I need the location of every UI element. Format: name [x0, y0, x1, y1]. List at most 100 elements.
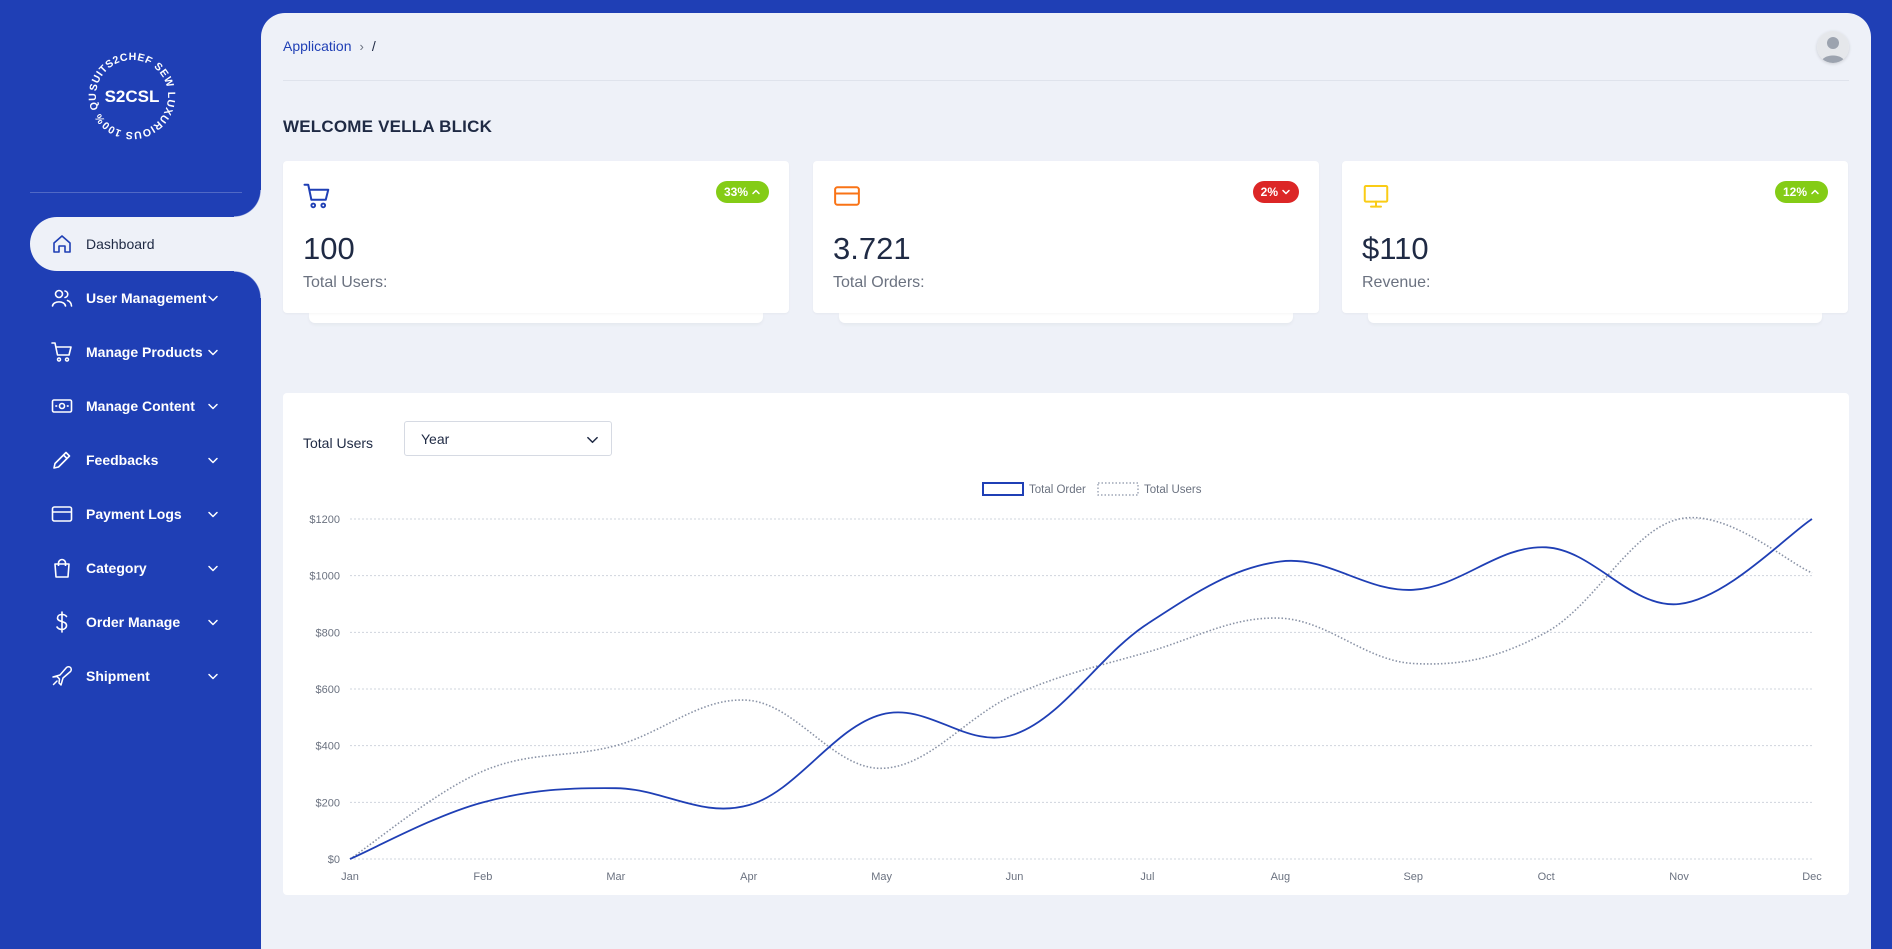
x-tick-label: Oct — [1538, 871, 1555, 883]
credit-card-icon — [834, 186, 860, 206]
sidebar-item-order-manage[interactable]: Order Manage — [30, 595, 261, 649]
y-tick-label: $1200 — [309, 514, 340, 526]
y-tick-label: $800 — [316, 627, 340, 639]
chevron-up-icon — [752, 189, 760, 195]
x-tick-label: May — [871, 871, 892, 883]
banknote-icon — [51, 399, 73, 413]
stat-label: Revenue: — [1362, 274, 1431, 291]
cart-icon — [303, 183, 330, 209]
stat-card-shadow — [839, 313, 1293, 323]
x-tick-label: Jan — [341, 871, 359, 883]
sidebar-item-label: Shipment — [86, 668, 150, 684]
stat-icon — [832, 181, 862, 211]
chevron-down-icon — [208, 349, 218, 356]
monitor-icon — [1363, 185, 1389, 208]
x-tick-label: Aug — [1271, 871, 1291, 883]
y-tick-label: $400 — [316, 741, 340, 753]
sidebar-item-label: Manage Content — [86, 398, 195, 414]
y-tick-label: $600 — [316, 684, 340, 696]
x-tick-label: Jun — [1006, 871, 1024, 883]
sidebar-item-label: Manage Products — [86, 344, 203, 360]
dollar-icon — [56, 611, 68, 633]
sidebar-divider — [30, 192, 242, 193]
chevron-down-icon — [208, 511, 218, 518]
brand-logo[interactable]: SUITS2CHEF SEW LUXURIOUS 100% QUALITY S2… — [80, 39, 180, 144]
pencil-icon-wrap — [50, 448, 74, 472]
stat-icon — [1361, 181, 1391, 211]
sidebar-item-shipment[interactable]: Shipment — [30, 649, 261, 703]
trend-badge-value: 12% — [1782, 185, 1807, 199]
plane-icon — [52, 666, 72, 686]
y-tick-label: $0 — [328, 854, 340, 866]
home-icon-wrap — [50, 232, 74, 256]
breadcrumb-current: / — [371, 38, 376, 54]
cart-icon — [51, 342, 72, 362]
stat-value: 100 — [303, 231, 355, 266]
trend-badge: 33% — [715, 181, 769, 203]
logo-text: S2CSL — [105, 87, 160, 106]
sidebar-item-manage-content[interactable]: Manage Content — [30, 379, 261, 433]
legend-label: Total Users — [1144, 484, 1202, 496]
sidebar-item-label: User Management — [86, 290, 207, 306]
x-tick-label: Apr — [740, 871, 757, 883]
stat-card-shadow — [1368, 313, 1822, 323]
chevron-down-icon — [208, 619, 218, 626]
sidebar-item-category[interactable]: Category — [30, 541, 261, 595]
chevron-down-icon — [208, 457, 218, 464]
cart-icon-wrap — [50, 340, 74, 364]
stat-card: 12% $110 Revenue: — [1342, 161, 1848, 313]
sidebar-item-label: Feedbacks — [86, 452, 159, 468]
sidebar-item-label: Order Manage — [86, 614, 181, 630]
main-panel: Application › / WELCOME VELLA BLICK 33% 1… — [261, 13, 1871, 949]
trend-badge-value: 33% — [723, 185, 748, 199]
users-icon-wrap — [50, 286, 74, 310]
page-title: WELCOME VELLA BLICK — [283, 117, 493, 136]
shopping-bag-icon — [54, 558, 70, 578]
sidebar-item-user-management[interactable]: User Management — [30, 271, 261, 325]
stat-label: Total Users: — [303, 274, 388, 291]
legend-label: Total Order — [1029, 484, 1086, 496]
credit-card-icon — [51, 506, 73, 522]
sidebar-item-feedbacks[interactable]: Feedbacks — [30, 433, 261, 487]
top-bar: Application › / — [283, 13, 1849, 81]
user-avatar-icon — [1817, 31, 1849, 63]
line-chart: $0 $200 $400 $600 $800 $1000 $1200 Jan Feb Mar Apr… — [309, 482, 1822, 883]
stat-card: 2% 3.721 Total Orders: — [813, 161, 1319, 313]
credit-card-icon-wrap — [50, 502, 74, 526]
sidebar-item-label: Category — [86, 560, 147, 576]
sidebar-item-manage-products[interactable]: Manage Products — [30, 325, 261, 379]
chart-panel: Total Users Year $0 $200 $400 $600 $800 $1000… — [283, 393, 1849, 895]
x-tick-label: Jul — [1140, 871, 1154, 883]
legend-swatch — [982, 482, 1024, 496]
chevron-down-icon — [208, 403, 218, 410]
stat-label: Total Orders: — [833, 274, 925, 291]
dollar-icon-wrap — [50, 610, 74, 634]
stat-card-shadow — [309, 313, 763, 323]
home-icon — [53, 235, 71, 253]
breadcrumb-application[interactable]: Application — [283, 38, 352, 54]
stat-card: 33% 100 Total Users: — [283, 161, 789, 313]
banknote-icon-wrap — [50, 394, 74, 418]
pencil-icon — [53, 451, 71, 469]
trend-badge: 2% — [1252, 181, 1299, 203]
avatar[interactable] — [1817, 31, 1849, 63]
chevron-down-icon — [208, 295, 218, 302]
chevron-down-icon — [208, 565, 218, 572]
sidebar-item-label: Payment Logs — [86, 506, 182, 522]
x-tick-label: Nov — [1669, 871, 1689, 883]
shopping-bag-icon-wrap — [50, 556, 74, 580]
legend-swatch — [1097, 482, 1139, 496]
y-tick-label: $200 — [316, 797, 340, 809]
sidebar-item-label: Dashboard — [86, 236, 155, 252]
breadcrumb-separator-icon: › — [359, 38, 364, 54]
stat-value: 3.721 — [833, 231, 911, 266]
sidebar-item-payment-logs[interactable]: Payment Logs — [30, 487, 261, 541]
x-tick-label: Feb — [473, 871, 492, 883]
series-line-total-users — [349, 516, 1813, 860]
x-tick-label: Mar — [606, 871, 625, 883]
trend-badge: 12% — [1774, 181, 1828, 203]
sidebar-item-dashboard[interactable]: Dashboard — [30, 190, 261, 298]
stat-value: $110 — [1362, 231, 1429, 266]
chevron-down-icon — [1282, 189, 1290, 195]
x-tick-label: Sep — [1403, 871, 1423, 883]
